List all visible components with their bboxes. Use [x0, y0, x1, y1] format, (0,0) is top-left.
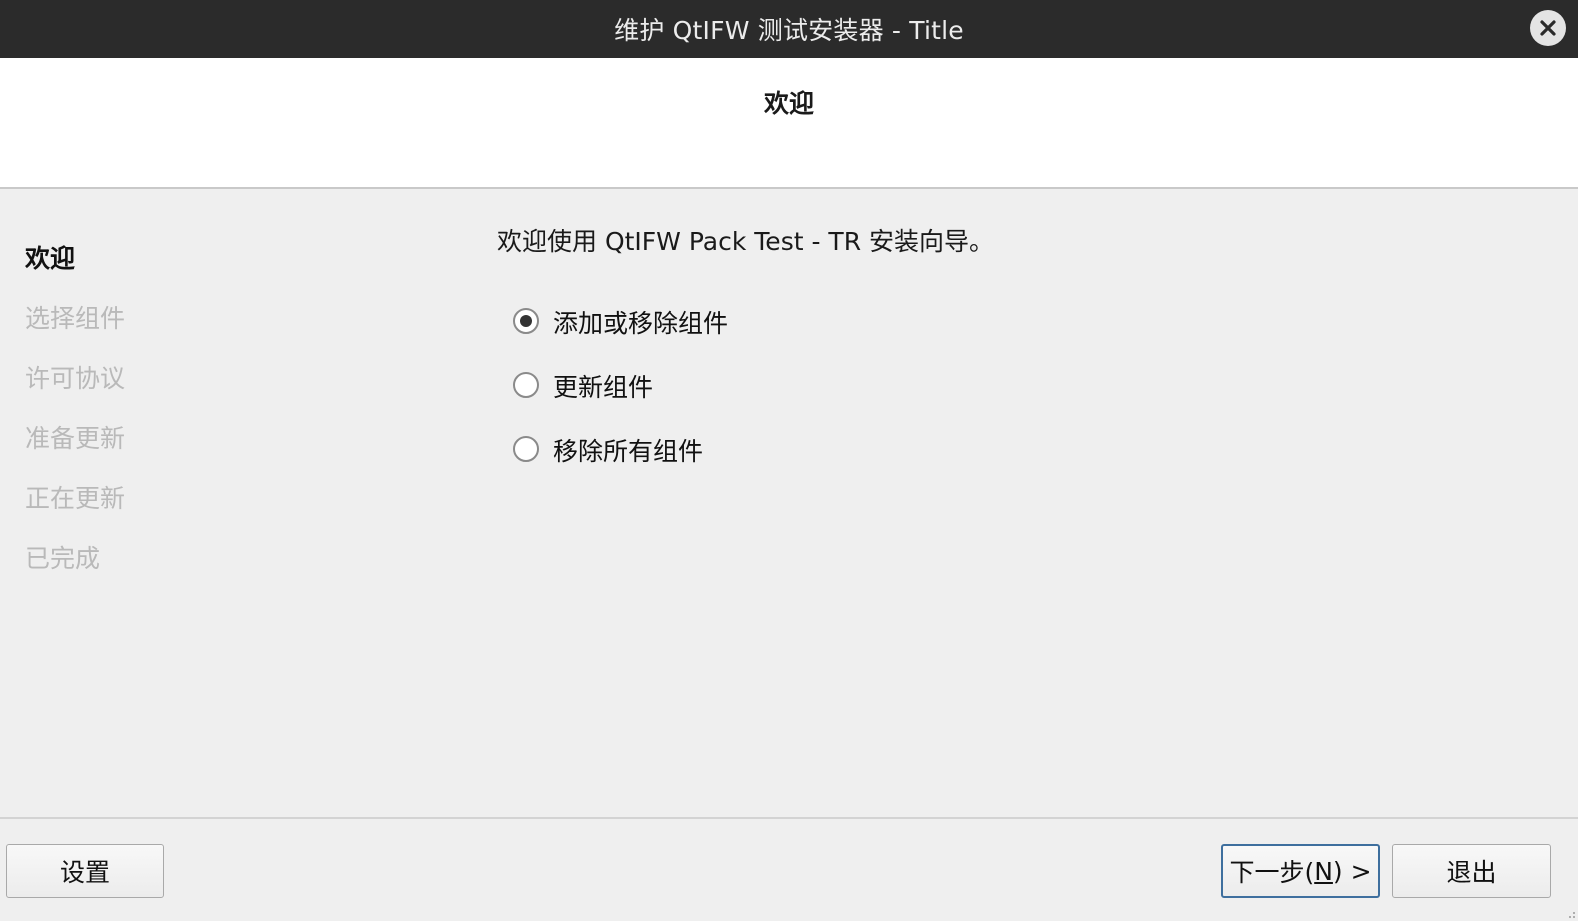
- radio-add-remove[interactable]: [513, 308, 539, 334]
- step-updating: 正在更新: [25, 484, 126, 513]
- step-finished: 已完成: [25, 544, 101, 573]
- option-label: 添加或移除组件: [553, 309, 729, 338]
- option-update-components[interactable]: 更新组件: [513, 357, 728, 421]
- next-label-prefix: 下一步(: [1229, 858, 1315, 887]
- welcome-text: 欢迎使用 QtIFW Pack Test - TR 安装向导。: [497, 227, 995, 256]
- next-button[interactable]: 下一步(N) >: [1221, 844, 1380, 898]
- footer-divider: [0, 817, 1578, 819]
- resize-grip-icon[interactable]: [1566, 909, 1576, 919]
- close-button[interactable]: [1530, 10, 1566, 46]
- maintenance-options: 添加或移除组件 更新组件 移除所有组件: [513, 293, 728, 485]
- wizard-steps: 欢迎 选择组件 许可协议 准备更新 正在更新 已完成: [25, 239, 125, 599]
- radio-update[interactable]: [513, 372, 539, 398]
- step-license: 许可协议: [25, 364, 126, 393]
- installer-window: 维护 QtIFW 测试安装器 - Title 欢迎 欢迎 选择组件 许可协议 准…: [0, 0, 1578, 921]
- settings-button[interactable]: 设置: [6, 844, 164, 898]
- step-prepare-update: 准备更新: [25, 424, 126, 453]
- page-header: 欢迎: [0, 58, 1578, 189]
- title-bar: 维护 QtIFW 测试安装器 - Title: [0, 0, 1578, 58]
- radio-selected-dot: [520, 315, 532, 327]
- option-label: 更新组件: [553, 373, 654, 402]
- option-remove-all-components[interactable]: 移除所有组件: [513, 421, 728, 485]
- option-label: 移除所有组件: [553, 437, 704, 466]
- next-label-mnemonic: N: [1314, 856, 1333, 886]
- step-select-components: 选择组件: [25, 304, 126, 333]
- quit-button[interactable]: 退出: [1392, 844, 1551, 898]
- close-icon: [1540, 20, 1556, 36]
- step-welcome: 欢迎: [25, 244, 76, 273]
- window-title: 维护 QtIFW 测试安装器 - Title: [614, 16, 964, 45]
- next-label-suffix: ) >: [1332, 856, 1372, 886]
- radio-remove-all[interactable]: [513, 436, 539, 462]
- page-title: 欢迎: [763, 89, 814, 118]
- option-add-remove-components[interactable]: 添加或移除组件: [513, 293, 728, 357]
